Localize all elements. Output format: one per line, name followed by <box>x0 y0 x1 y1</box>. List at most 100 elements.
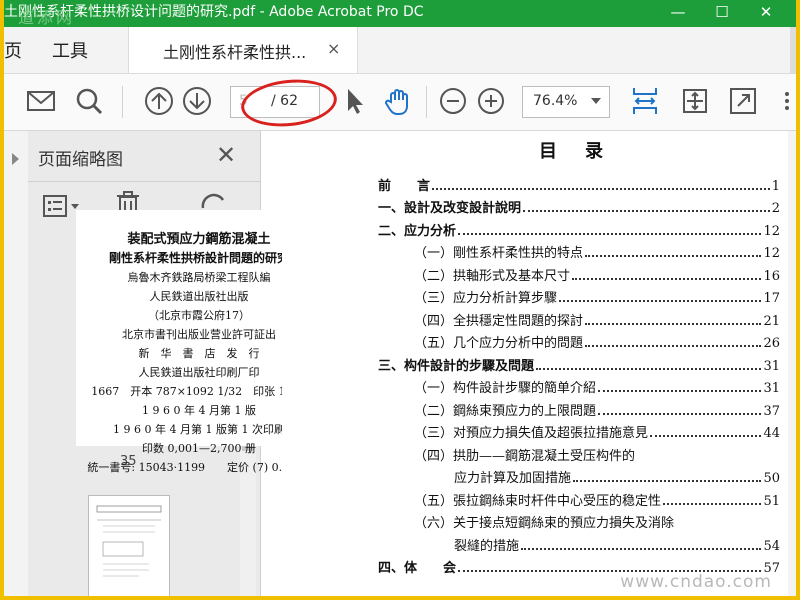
toc-entry[interactable]: 三、构件設計的步驟及問題 31 <box>378 351 780 374</box>
toc-entry-label: （三）应力分析計算步驟 <box>414 291 558 306</box>
document-tab[interactable]: 土刚性系杆柔性拱... × <box>128 27 358 73</box>
toc-entry[interactable]: （二）鋼絲束預应力的上限問題 37 <box>378 396 780 419</box>
document-tab-label: 土刚性系杆柔性拱... <box>163 43 307 62</box>
toc-entry-label: （四）全拱穩定性問題的探討 <box>414 313 584 329</box>
site-watermark: www.cndao.com <box>620 572 772 592</box>
toc-entry-label: （六）关于接点短鋼絲束的預应力損失及消除 <box>414 516 675 531</box>
toc-leader-dots <box>598 390 762 392</box>
toc-entry[interactable]: （三）对預应力損失值及超張拉措施意見 44 <box>378 419 780 441</box>
app-window: 土刚性系杆柔性拱桥设计问题的研究.pdf - Adobe Acrobat Pro… <box>4 0 796 596</box>
document-scrollbar[interactable] <box>788 131 796 596</box>
toc-leader-dots <box>559 300 762 302</box>
toolbar-divider <box>122 86 123 118</box>
hand-tool-icon[interactable] <box>382 84 416 118</box>
toc-entry-label: （一）剛性系杆柔性拱的特点 <box>414 246 584 261</box>
toc-entry-page: 37 <box>763 403 780 419</box>
toc-entry-label: 四、体 会 <box>378 561 457 576</box>
toc-entry[interactable]: 二、应力分析 12 <box>378 216 780 239</box>
title-bar: 土刚性系杆柔性拱桥设计问题的研究.pdf - Adobe Acrobat Pro… <box>4 0 796 27</box>
tabbar-edge <box>790 27 796 73</box>
toc-entry-label: （五）張拉鋼絲束时杆件中心受压的稳定性 <box>414 493 662 509</box>
toc-entry[interactable]: 应力計算及加固措施 50 <box>378 464 780 486</box>
toc-entry[interactable]: （五）几个应力分析中的問題 26 <box>378 329 780 351</box>
mail-icon[interactable] <box>24 84 58 118</box>
toc-entry-page: 51 <box>763 493 780 509</box>
toc-entry-page: 12 <box>763 223 780 239</box>
toc-entry[interactable]: （四）拱肋——鋼筋混凝土受压构件的 <box>378 441 780 464</box>
close-window-button[interactable]: ✕ <box>744 0 788 24</box>
table-of-contents: 前 言 1 一、設計及改变設計說明 2 二、应力分析 12 （一）剛性系杆柔性拱的特点 12 （… <box>378 171 780 577</box>
zoom-out-icon[interactable] <box>436 84 470 118</box>
toc-entry-label: （三）对預应力損失值及超張拉措施意見 <box>414 426 649 441</box>
toc-leader-dots <box>585 255 762 257</box>
toc-title: 目录 <box>539 141 631 162</box>
toc-entry[interactable]: 前 言 1 <box>378 171 780 194</box>
toc-leader-dots <box>572 277 762 280</box>
toc-entry-page: 17 <box>763 291 780 306</box>
toc-entry[interactable]: （二）拱軸形式及基本尺寸 16 <box>378 261 780 284</box>
toc-entry[interactable]: （一）构件設計步驟的簡单介紹 31 <box>378 374 780 396</box>
toc-entry-page: 31 <box>763 358 780 374</box>
window-controls: — ☐ ✕ <box>656 0 788 24</box>
fit-width-icon[interactable] <box>628 84 662 118</box>
toc-entry-label: （一）构件設計步驟的簡单介紹 <box>414 381 597 396</box>
maximize-button[interactable]: ☐ <box>700 0 744 24</box>
toc-entry[interactable]: （五）張拉鋼絲束时杆件中心受压的稳定性 51 <box>378 486 780 509</box>
toc-entry[interactable]: 裂縫的措施 54 <box>378 531 780 554</box>
menu-tab-bar: 页 工具 土刚性系杆柔性拱... × <box>4 27 796 74</box>
toc-entry-page: 2 <box>771 201 780 216</box>
toc-entry-page: 44 <box>763 426 780 441</box>
toc-leader-dots <box>585 345 762 347</box>
tab-close-button[interactable]: × <box>327 39 340 58</box>
previous-page-icon[interactable] <box>142 84 176 118</box>
page-thumbnail[interactable] <box>88 495 170 596</box>
toc-entry-page: 31 <box>763 381 780 396</box>
toc-leader-dots <box>573 480 762 482</box>
search-icon[interactable] <box>72 84 106 118</box>
minimize-button[interactable]: — <box>656 0 700 24</box>
toc-entry-label: 三、构件設計的步驟及問題 <box>378 358 535 374</box>
toolbar: 5 / 62 76.4% <box>4 74 796 131</box>
left-nav-strip <box>4 131 29 596</box>
toc-entry-label: 二、应力分析 <box>378 223 457 239</box>
menu-tools[interactable]: 工具 <box>52 37 88 63</box>
menu-home[interactable]: 页 <box>4 37 22 63</box>
document-view[interactable]: 目录 前 言 1 一、設計及改变設計說明 2 二、应力分析 12 （一）剛性系杆柔性拱的特点… <box>282 131 796 596</box>
toc-leader-dots <box>663 502 762 505</box>
panel-title: 页面缩略图 <box>38 150 123 170</box>
toolbar-divider <box>426 86 427 118</box>
toc-entry[interactable]: 一、設計及改变設計說明 2 <box>378 194 780 216</box>
toc-entry[interactable]: （一）剛性系杆柔性拱的特点 12 <box>378 239 780 261</box>
toc-entry-label: （五）几个应力分析中的問題 <box>414 336 584 351</box>
toc-entry-label: 裂縫的措施 <box>454 538 520 554</box>
select-cursor-icon[interactable] <box>338 84 372 118</box>
more-options-icon[interactable] <box>770 84 790 118</box>
red-annotation-circle <box>238 75 340 131</box>
toc-leader-dots <box>521 547 762 550</box>
toc-entry-page: 16 <box>763 268 780 284</box>
rotate-view-icon[interactable] <box>678 84 712 118</box>
toc-entry-label: 前 言 <box>378 178 431 194</box>
toc-entry-label: 应力計算及加固措施 <box>454 471 572 486</box>
expand-panel-icon[interactable] <box>12 153 19 165</box>
next-page-icon[interactable] <box>180 84 214 118</box>
toc-entry-label: （二）鋼絲束預应力的上限問題 <box>414 403 597 419</box>
toc-leader-dots <box>523 210 770 212</box>
toc-entry-page: 26 <box>763 336 780 351</box>
toc-entry-page: 54 <box>763 538 780 554</box>
toc-entry[interactable]: （四）全拱穩定性問題的探討 21 <box>378 306 780 329</box>
toc-entry[interactable]: （六）关于接点短鋼絲束的預应力損失及消除 <box>378 509 780 531</box>
toc-entry-page: 50 <box>763 471 780 486</box>
chevron-down-icon <box>591 98 601 104</box>
toc-entry-page: 12 <box>763 246 780 261</box>
zoom-level-select[interactable]: 76.4% <box>522 86 610 118</box>
toc-leader-dots <box>585 322 762 325</box>
panel-close-button[interactable]: ✕ <box>216 141 236 169</box>
toc-entry[interactable]: （三）应力分析計算步驟 17 <box>378 284 780 306</box>
zoom-in-icon[interactable] <box>474 84 508 118</box>
toc-leader-dots <box>650 435 762 437</box>
toc-entry-page: 1 <box>771 178 780 194</box>
full-screen-icon[interactable] <box>726 84 760 118</box>
toc-entry-page: 21 <box>763 313 780 329</box>
zoom-level-value: 76.4% <box>533 93 578 109</box>
